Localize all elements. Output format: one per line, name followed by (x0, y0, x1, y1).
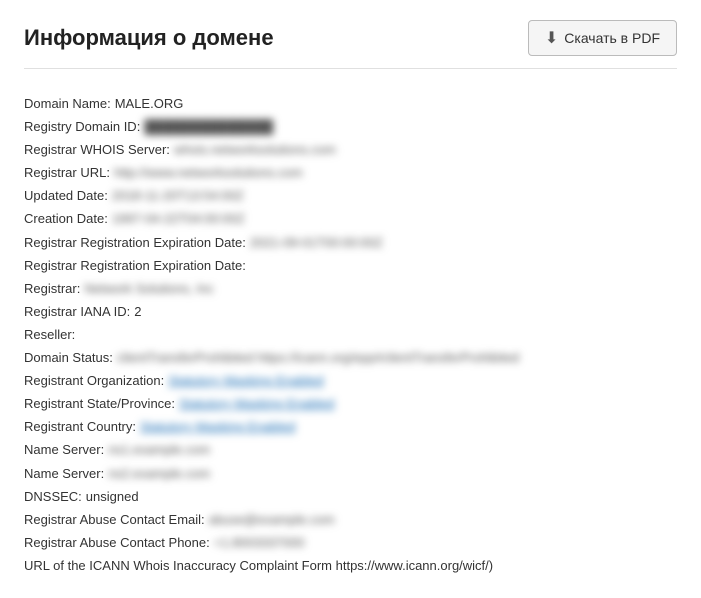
whois-label: Registrar WHOIS Server: (24, 139, 170, 161)
whois-label: Registrar Abuse Contact Phone: (24, 532, 210, 554)
whois-value: ██████████████ (144, 116, 273, 138)
whois-value: unsigned (86, 486, 139, 508)
whois-value: Statutory Masking Enabled (179, 393, 334, 415)
whois-value: whois.networksolutions.com (174, 139, 336, 161)
whois-label: Registrar Registration Expiration Date: (24, 255, 246, 277)
whois-value: 2021-09-01T00:00:00Z (250, 232, 383, 254)
whois-value: Statutory Masking Enabled (168, 370, 323, 392)
whois-value: Statutory Masking Enabled (140, 416, 295, 438)
whois-row: Name Server:ns2.example.com (24, 463, 677, 485)
download-pdf-button[interactable]: ⬇ Скачать в PDF (528, 20, 677, 56)
whois-row: Registrar IANA ID:2 (24, 301, 677, 323)
whois-label: Registrant Country: (24, 416, 136, 438)
whois-label: URL of the ICANN Whois Inaccuracy Compla… (24, 555, 493, 577)
whois-value: ns2.example.com (108, 463, 210, 485)
whois-row: Registry Domain ID:██████████████ (24, 116, 677, 138)
whois-row: Registrar:Network Solutions, Inc (24, 278, 677, 300)
whois-label: Registrar URL: (24, 162, 110, 184)
whois-row: Registrar Abuse Contact Email:abuse@exam… (24, 509, 677, 531)
whois-row: DNSSEC:unsigned (24, 486, 677, 508)
whois-row: Registrant Organization:Statutory Maskin… (24, 370, 677, 392)
whois-value: abuse@example.com (209, 509, 335, 531)
whois-label: Reseller: (24, 324, 75, 346)
whois-value: ns1.example.com (108, 439, 210, 461)
whois-row: Updated Date:2018-11-20T13:54:00Z (24, 185, 677, 207)
page-title: Информация о домене (24, 25, 274, 51)
whois-label: Registrant Organization: (24, 370, 164, 392)
whois-label: Domain Status: (24, 347, 113, 369)
whois-label: Name Server: (24, 463, 104, 485)
download-icon: ⬇ (545, 28, 558, 48)
whois-row: Domain Status:clientTransferProhibited h… (24, 347, 677, 369)
whois-label: DNSSEC: (24, 486, 82, 508)
whois-row: Registrant State/Province:Statutory Mask… (24, 393, 677, 415)
whois-row: Registrar Registration Expiration Date:2… (24, 232, 677, 254)
whois-value: Network Solutions, Inc (84, 278, 213, 300)
whois-value: clientTransferProhibited https://icann.o… (117, 347, 519, 369)
whois-row: Registrar URL:http://www.networksolution… (24, 162, 677, 184)
whois-row: Domain Name: MALE.ORG (24, 93, 677, 115)
pdf-button-label: Скачать в PDF (564, 30, 660, 46)
whois-label: Updated Date: (24, 185, 108, 207)
whois-info: Domain Name: MALE.ORGRegistry Domain ID:… (24, 93, 677, 577)
page-header: Информация о домене ⬇ Скачать в PDF (24, 20, 677, 69)
whois-row: Registrar Registration Expiration Date: (24, 255, 677, 277)
whois-label: Registry Domain ID: (24, 116, 140, 138)
whois-label: Registrar IANA ID: (24, 301, 130, 323)
whois-value: +1.8003337000 (214, 532, 305, 554)
whois-row: URL of the ICANN Whois Inaccuracy Compla… (24, 555, 677, 577)
whois-label: Registrar Abuse Contact Email: (24, 509, 205, 531)
whois-label: Creation Date: (24, 208, 108, 230)
whois-value: 2 (134, 301, 141, 323)
whois-value: MALE.ORG (115, 93, 184, 115)
whois-label: Domain Name: (24, 93, 111, 115)
whois-row: Registrar Abuse Contact Phone:+1.8003337… (24, 532, 677, 554)
whois-label: Registrar: (24, 278, 80, 300)
whois-row: Creation Date:1997-04-22T04:00:00Z (24, 208, 677, 230)
whois-row: Registrant Country:Statutory Masking Ena… (24, 416, 677, 438)
whois-row: Name Server:ns1.example.com (24, 439, 677, 461)
whois-value: 2018-11-20T13:54:00Z (112, 185, 244, 207)
whois-value: http://www.networksolutions.com (114, 162, 303, 184)
whois-label: Registrar Registration Expiration Date: (24, 232, 246, 254)
whois-value: 1997-04-22T04:00:00Z (112, 208, 245, 230)
whois-row: Reseller: (24, 324, 677, 346)
whois-row: Registrar WHOIS Server:whois.networksolu… (24, 139, 677, 161)
whois-label: Name Server: (24, 439, 104, 461)
whois-label: Registrant State/Province: (24, 393, 175, 415)
